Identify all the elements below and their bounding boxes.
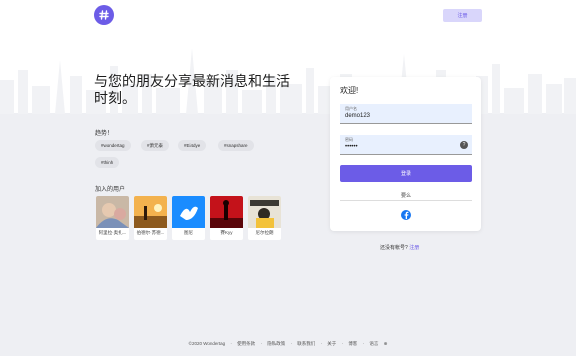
- facebook-icon[interactable]: [401, 210, 411, 220]
- footer: ©2020 Wondertag · 使用条款 · 隐私政策 · 联系我们 · 关…: [0, 341, 576, 347]
- signup-prompt-text: 还没有帐号?: [380, 245, 408, 251]
- app-logo[interactable]: [94, 5, 114, 25]
- trending-tag[interactable]: #Ei4dye: [178, 140, 207, 151]
- user-avatar: [248, 196, 281, 228]
- signup-button[interactable]: 注册: [443, 9, 482, 22]
- footer-link-language[interactable]: 语言: [369, 341, 378, 346]
- footer-link-privacy[interactable]: 隐私政策: [267, 341, 285, 346]
- login-card: 欢迎! 用户名 demo123 密码 •••••• ? 登录 要么: [330, 77, 481, 231]
- user-avatar: [134, 196, 167, 228]
- footer-separator: ·: [260, 341, 262, 346]
- user-name: 伯德尔·苏德...: [136, 230, 165, 235]
- password-input[interactable]: ••••••: [345, 144, 455, 150]
- user-name: 阿里拉·奥扎...: [98, 230, 127, 235]
- globe-icon[interactable]: ⊕: [384, 341, 388, 346]
- user-name: 图尼: [184, 230, 193, 235]
- footer-link-terms[interactable]: 使用条款: [237, 341, 255, 346]
- user-name: 尼尔拉朗: [255, 230, 274, 235]
- footer-separator: ·: [290, 341, 292, 346]
- footer-link-blog[interactable]: 博客: [348, 341, 357, 346]
- username-field[interactable]: 用户名 demo123: [340, 104, 472, 124]
- user-avatar: [210, 196, 243, 228]
- user-avatar: [96, 196, 129, 228]
- password-field[interactable]: 密码 •••••• ?: [340, 135, 472, 155]
- hashtag-logo-icon: [99, 10, 109, 20]
- signup-prompt: 还没有帐号? 注册: [380, 244, 419, 251]
- signup-link[interactable]: 注册: [409, 245, 419, 251]
- footer-separator: ·: [341, 341, 344, 346]
- footer-link-about[interactable]: 关于: [327, 341, 336, 346]
- top-bar: 注册: [0, 0, 576, 32]
- or-divider-text: 要么: [400, 193, 411, 199]
- facebook-glyph-icon: [404, 211, 409, 219]
- page-background: [0, 113, 576, 356]
- login-button[interactable]: 登录: [340, 165, 472, 182]
- trending-title: 趋势！: [95, 131, 114, 137]
- trending-tag[interactable]: #wondertag: [95, 140, 131, 151]
- question-mark-icon[interactable]: ?: [460, 141, 468, 149]
- trending-tag[interactable]: #snapshare: [218, 140, 254, 151]
- user-card[interactable]: 伯德尔·苏德...: [134, 196, 167, 240]
- user-card[interactable]: 賽Kyy: [210, 196, 243, 240]
- footer-separator: ·: [230, 341, 232, 346]
- joined-users-title: 加入的用户: [95, 187, 126, 193]
- footer-separator: ·: [362, 341, 365, 346]
- user-card[interactable]: 阿里拉·奥扎...: [96, 196, 129, 240]
- password-label: 密码: [345, 137, 353, 142]
- login-welcome-title: 欢迎!: [340, 86, 359, 95]
- username-input[interactable]: demo123: [345, 113, 455, 119]
- trending-tag[interactable]: #thinh: [95, 157, 120, 168]
- user-avatar: [172, 196, 205, 228]
- footer-link-contact[interactable]: 联系我们: [297, 341, 315, 346]
- user-name: 賽Kyy: [220, 230, 233, 235]
- user-card[interactable]: 尼尔拉朗: [248, 196, 281, 240]
- divider: [340, 200, 472, 201]
- footer-copyright: ©2020 Wondertag: [188, 341, 226, 346]
- footer-separator: ·: [320, 341, 323, 346]
- hero-headline: 与您的朋友分享最新消息和生活时刻。: [94, 73, 290, 106]
- trending-tag[interactable]: #萧元泰: [141, 140, 170, 151]
- username-label: 用户名: [345, 106, 357, 111]
- user-card[interactable]: 图尼: [172, 196, 205, 240]
